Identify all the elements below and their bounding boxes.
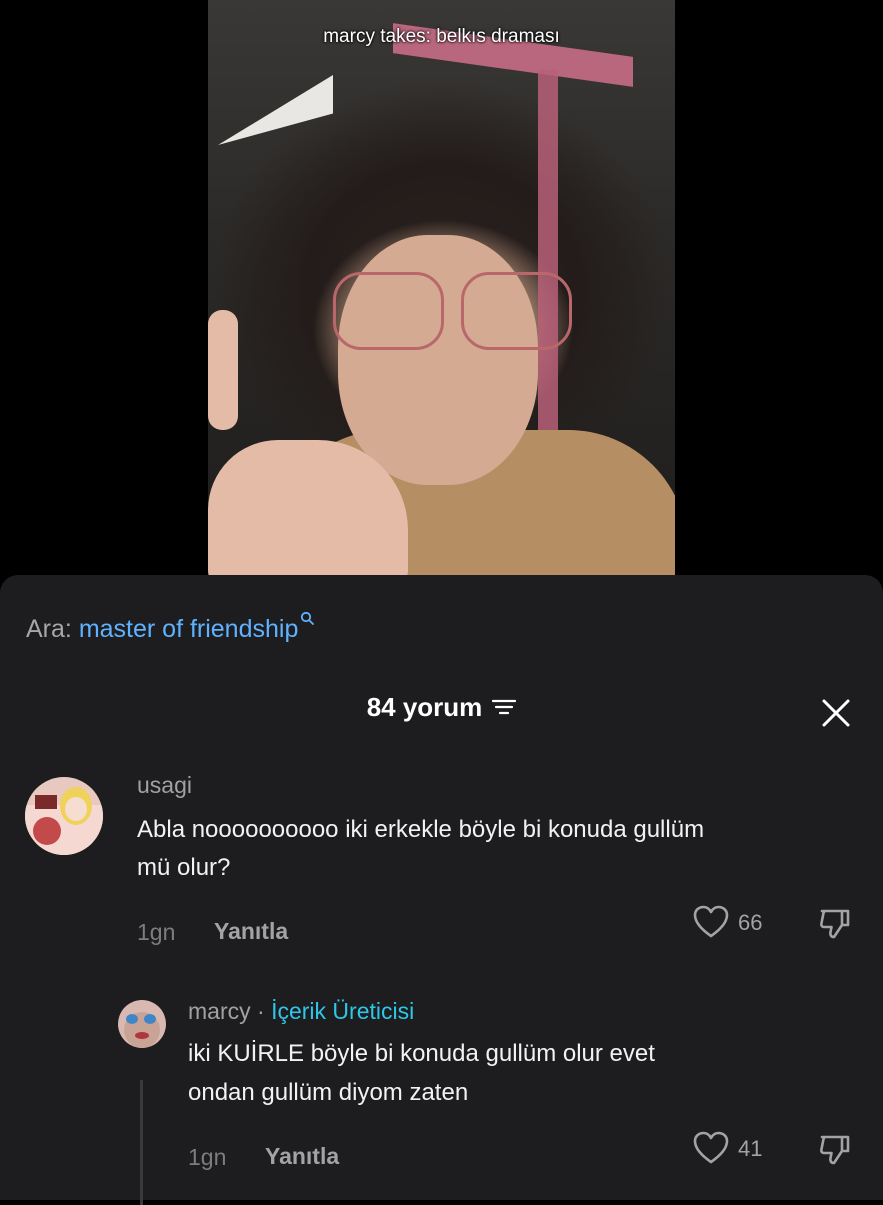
comment-text-line: iki KUİRLE böyle bi konuda gullüm olur e… [188, 1040, 655, 1067]
avatar[interactable] [118, 1000, 166, 1048]
comment-time: 1gn [137, 919, 176, 945]
person-glasses [333, 272, 578, 350]
comment-text-line: ondan gullüm diyom zaten [188, 1079, 469, 1106]
comment-time: 1gn [188, 1144, 227, 1170]
reply-button[interactable]: Yanıtla [214, 918, 288, 945]
comment-text-line: mü olur? [137, 854, 231, 881]
comment-text-line: Abla noooooooooo iki erkekle böyle bi ko… [137, 816, 705, 843]
video-player[interactable]: marcy takes: belkıs draması [208, 0, 675, 575]
wall-pennant [218, 75, 333, 145]
reply-username-row: marcy · İçerik Üreticisi [188, 998, 414, 1025]
comments-sheet: Ara: master of friendship 84 yorum usagi… [0, 575, 883, 1205]
like-count: 66 [738, 910, 763, 935]
search-icon [301, 611, 315, 625]
close-icon[interactable] [816, 693, 856, 733]
comments-header: 84 yorum [0, 692, 883, 723]
comment-username[interactable]: marcy [188, 998, 251, 1024]
heart-icon[interactable] [693, 905, 729, 939]
reply-thread-line [140, 1080, 143, 1205]
avatar[interactable] [25, 777, 103, 855]
comments-count-title: 84 yorum [366, 692, 483, 722]
search-suggestion[interactable]: Ara: master of friendship [26, 611, 315, 644]
person-hand-finger [208, 310, 238, 430]
dislike-icon[interactable] [818, 1133, 852, 1167]
username-separator: · [250, 998, 272, 1024]
search-query-link[interactable]: master of friendship [79, 615, 299, 643]
heart-icon[interactable] [693, 1131, 729, 1165]
creator-badge: İçerik Üreticisi [271, 998, 415, 1024]
filter-icon[interactable] [492, 698, 517, 716]
door-frame-side [538, 70, 558, 450]
like-count: 41 [738, 1136, 763, 1161]
dislike-icon[interactable] [818, 907, 852, 941]
reply-button[interactable]: Yanıtla [265, 1143, 339, 1170]
comment-username[interactable]: usagi [137, 772, 192, 799]
search-prefix: Ara: [26, 615, 72, 643]
video-caption: marcy takes: belkıs draması [323, 26, 560, 47]
